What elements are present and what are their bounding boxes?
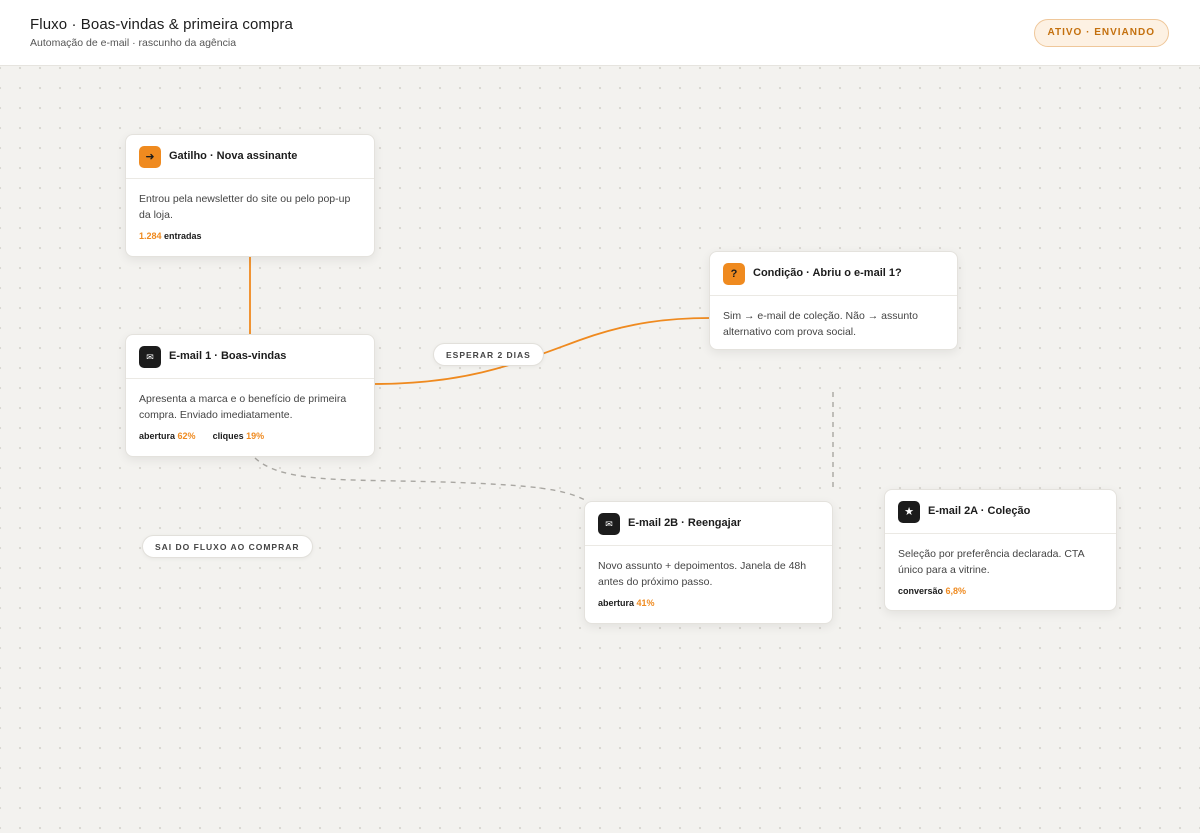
metric-value: 62% (177, 431, 196, 441)
metric-value: 1.284 (139, 231, 162, 241)
node-header: ✉ E-mail 1 · Boas-vindas (126, 335, 374, 379)
page-subtitle: Automação de e-mail · rascunho da agênci… (30, 37, 237, 49)
node-description: Novo assunto + depoimentos. Janela de 48… (598, 560, 807, 588)
mail-icon: ✉ (139, 346, 161, 368)
node-description: Entrou pela newsletter do site ou pelo p… (139, 193, 351, 221)
metric-label: cliques (212, 431, 244, 441)
node-title: Condição · Abriu o e-mail 1? (753, 267, 902, 279)
page-title: Fluxo · Boas-vindas & primeira compra (30, 16, 293, 33)
star-icon: ★ (898, 501, 920, 523)
node-metrics: 1.284 entradas (139, 231, 361, 241)
metric-label: entradas (164, 231, 202, 241)
mail-icon: ✉ (598, 513, 620, 535)
node-metrics: abertura 41% (598, 598, 819, 608)
status-badge[interactable]: ATIVO · ENVIANDO (1033, 19, 1169, 47)
node-title: Gatilho · Nova assinante (169, 150, 298, 162)
metric-label: conversão (898, 586, 944, 596)
node-header: ✉ E-mail 2B · Reengajar (585, 502, 832, 546)
node-email-1[interactable]: ✉ E-mail 1 · Boas-vindas Apresenta a mar… (125, 334, 375, 457)
node-email-2b[interactable]: ✉ E-mail 2B · Reengajar Novo assunto + d… (584, 501, 833, 624)
node-header: ? Condição · Abriu o e-mail 1? (710, 252, 957, 296)
connector-email1-to-email2b (254, 457, 586, 501)
node-header: ➜ Gatilho · Nova assinante (126, 135, 374, 179)
node-condition[interactable]: ? Condição · Abriu o e-mail 1? Sim → e-m… (709, 251, 958, 350)
top-bar: Fluxo · Boas-vindas & primeira compra Au… (0, 0, 1200, 66)
question-icon: ? (723, 263, 745, 285)
node-metrics: abertura 62% cliques 19% (139, 431, 361, 441)
metric-label: abertura (598, 598, 635, 608)
metric-value: 6,8% (945, 586, 967, 596)
exit-label[interactable]: SAI DO FLUXO AO COMPRAR (142, 535, 313, 558)
arrow-right-icon: ➜ (139, 146, 161, 168)
node-description: Apresenta a marca e o benefício de prime… (139, 393, 347, 421)
node-header: ★ E-mail 2A · Coleção (885, 490, 1116, 534)
node-metrics: conversão 6,8% (898, 586, 1103, 596)
node-title: E-mail 2B · Reengajar (628, 517, 742, 529)
node-email-2a[interactable]: ★ E-mail 2A · Coleção Seleção por prefer… (884, 489, 1117, 611)
metric-value: 19% (246, 431, 265, 441)
node-trigger[interactable]: ➜ Gatilho · Nova assinante Entrou pela n… (125, 134, 375, 257)
node-title: E-mail 1 · Boas-vindas (169, 350, 287, 362)
metric-label: abertura (139, 431, 176, 441)
node-description: Seleção por preferência declarada. CTA ú… (898, 548, 1084, 576)
node-description: Sim → e-mail de coleção. Não → assunto a… (723, 310, 918, 338)
metric-value: 41% (636, 598, 655, 608)
node-title: E-mail 2A · Coleção (928, 505, 1031, 517)
wait-label[interactable]: ESPERAR 2 DIAS (433, 343, 544, 366)
